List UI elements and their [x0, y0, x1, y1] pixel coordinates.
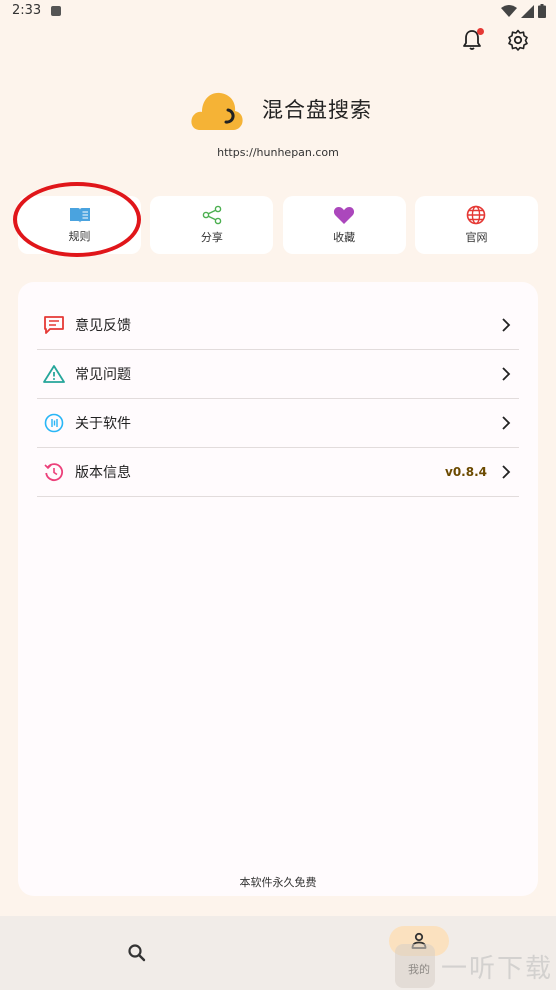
share-icon [202, 205, 222, 225]
nav-search-button[interactable] [126, 942, 148, 964]
watermark: 一听下载 [395, 944, 553, 988]
menu-item-label: 关于软件 [75, 416, 131, 432]
chevron-right-icon [502, 367, 511, 381]
menu-item-feedback[interactable]: 意见反馈 [37, 301, 519, 350]
quick-share-button[interactable]: 分享 [150, 196, 274, 254]
battery-icon [538, 4, 546, 18]
brand-header: 混合盘搜索 [190, 86, 372, 132]
info-circle-icon [43, 412, 65, 434]
quick-website-label: 官网 [465, 231, 488, 244]
settings-button[interactable] [506, 28, 530, 52]
menu-item-label: 意见反馈 [75, 318, 131, 334]
red-highlight-circle [13, 182, 141, 257]
status-bar: 2:33 [0, 0, 556, 24]
signal-icon [521, 4, 534, 18]
chevron-right-icon [502, 416, 511, 430]
unread-badge [477, 28, 484, 35]
status-notification-icon [51, 6, 61, 16]
watermark-logo-icon [395, 944, 435, 988]
search-icon [128, 944, 146, 962]
chevron-right-icon [502, 318, 511, 332]
wifi-icon [501, 4, 517, 17]
top-actions [460, 28, 530, 52]
menu-item-label: 常见问题 [75, 367, 131, 383]
gear-icon [508, 29, 528, 51]
version-number: v0.8.4 [445, 465, 487, 479]
watermark-text: 一听下载 [441, 953, 554, 984]
app-name: 混合盘搜索 [262, 98, 372, 122]
app-url[interactable]: https://hunhepan.com [0, 146, 556, 159]
history-icon [43, 461, 65, 483]
menu-item-about[interactable]: 关于软件 [37, 399, 519, 448]
menu-list: 意见反馈 常见问题 关于软件 版本信息 v0.8.4 [37, 301, 519, 497]
warning-icon [43, 363, 65, 385]
notifications-button[interactable] [460, 28, 484, 52]
quick-favorites-label: 收藏 [333, 231, 356, 244]
free-software-note: 本软件永久免费 [239, 876, 317, 889]
menu-item-version[interactable]: 版本信息 v0.8.4 [37, 448, 519, 497]
menu-item-label: 版本信息 [75, 465, 131, 481]
globe-icon [467, 205, 486, 225]
cloud-logo-icon [191, 92, 243, 130]
chevron-right-icon [502, 465, 511, 479]
status-time: 2:33 [12, 3, 42, 18]
quick-favorites-button[interactable]: 收藏 [282, 196, 406, 254]
message-icon [43, 314, 65, 336]
system-icons [501, 4, 546, 18]
quick-website-button[interactable]: 官网 [414, 196, 538, 254]
menu-item-faq[interactable]: 常见问题 [37, 350, 519, 399]
heart-icon [334, 207, 355, 224]
quick-share-label: 分享 [200, 231, 223, 244]
